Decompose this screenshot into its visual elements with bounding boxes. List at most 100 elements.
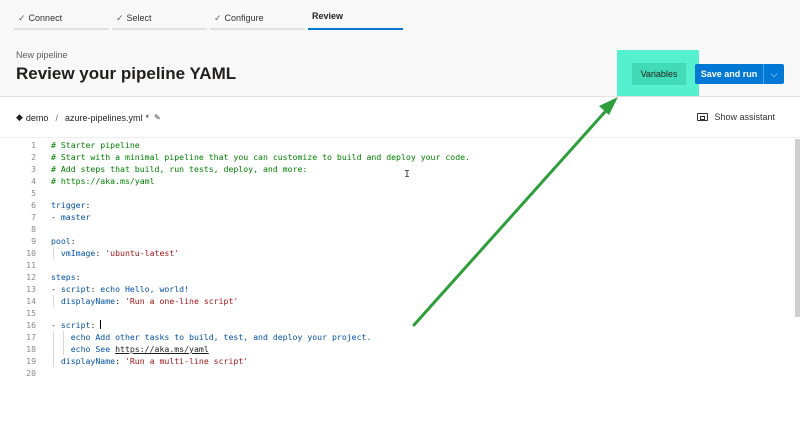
code-token: : xyxy=(85,200,91,210)
code-area[interactable]: 1 # Starter pipeline 2 # Start with a minim… xyxy=(0,139,790,379)
code-token: : xyxy=(115,296,125,306)
line-number: 19 xyxy=(26,356,36,366)
code-line[interactable]: 12 steps: xyxy=(0,271,790,283)
line-content: # Add steps that build, run tests, deplo… xyxy=(51,163,307,175)
pipeline-review-page: ✓ Connect ✓ Select ✓ Configure Review New p… xyxy=(0,0,800,433)
code-line[interactable]: 17 echo Add other tasks to build, test, … xyxy=(0,331,790,343)
check-icon: ✓ xyxy=(18,13,26,23)
code-line[interactable]: 10 vmImage: 'ubuntu-latest' xyxy=(0,247,790,259)
step-configure[interactable]: ✓ Configure xyxy=(210,0,305,30)
line-number: 15 xyxy=(26,308,36,318)
code-line[interactable]: 7 - master xyxy=(0,211,790,223)
code-line[interactable]: 2 # Start with a minimal pipeline that yo… xyxy=(0,151,790,163)
variables-button[interactable]: Variables xyxy=(632,63,686,85)
code-line[interactable]: 6 trigger: xyxy=(0,199,790,211)
line-content: vmImage: 'ubuntu-latest' xyxy=(51,247,179,259)
line-number: 9 xyxy=(31,236,36,246)
code-line[interactable]: 11 xyxy=(0,259,790,271)
code-token: steps xyxy=(51,272,76,282)
code-token: script xyxy=(60,320,91,330)
code-token: 'ubuntu-latest' xyxy=(105,248,180,258)
code-token: : xyxy=(90,320,101,330)
line-content: echo See https://aka.ms/yaml xyxy=(51,343,209,355)
step-label: Connect xyxy=(28,13,63,23)
wizard-steps: ✓ Connect ✓ Select ✓ Configure Review xyxy=(14,0,406,30)
code-token: - xyxy=(51,212,61,222)
code-token: - xyxy=(51,284,61,294)
breadcrumb: ◆ demo / azure-pipelines.yml * ✎ xyxy=(16,112,161,123)
code-line[interactable]: 14 displayName: 'Run a one-line script' xyxy=(0,295,790,307)
code-line[interactable]: 16 - script: xyxy=(0,319,790,331)
step-label: Select xyxy=(126,13,152,23)
code-token: # Start with a minimal pipeline that you… xyxy=(51,152,470,162)
code-token: echo Add other tasks to build, test, and… xyxy=(51,332,372,342)
code-line[interactable]: 1 # Starter pipeline xyxy=(0,139,790,151)
save-and-run-button[interactable]: Save and run xyxy=(695,64,763,84)
page-subtitle: New pipeline xyxy=(16,50,68,60)
code-line[interactable]: 15 xyxy=(0,307,790,319)
caret xyxy=(100,320,102,329)
code-token: # Add steps that build, run tests, deplo… xyxy=(51,164,308,174)
line-content: - master xyxy=(51,211,90,223)
code-token: # Starter pipeline xyxy=(51,140,140,150)
show-assistant-button[interactable]: Show assistant xyxy=(697,112,775,122)
step-review[interactable]: Review xyxy=(308,0,403,30)
line-number: 1 xyxy=(31,140,36,150)
breadcrumb-separator: / xyxy=(55,112,58,123)
line-number: 20 xyxy=(26,368,36,378)
indent-guide xyxy=(53,247,54,259)
line-content: displayName: 'Run a one-line script' xyxy=(51,295,238,307)
check-icon: ✓ xyxy=(116,13,124,23)
step-label: Review xyxy=(312,11,344,21)
page-header: ✓ Connect ✓ Select ✓ Configure Review New p… xyxy=(0,0,800,97)
line-content: steps: xyxy=(51,271,81,283)
line-number: 11 xyxy=(26,260,36,270)
code-token: https://aka.ms/yaml xyxy=(115,344,209,354)
code-token: : xyxy=(115,356,125,366)
code-line[interactable]: 20 xyxy=(0,367,790,379)
line-content: echo Add other tasks to build, test, and… xyxy=(51,331,372,343)
editor-scrollbar[interactable] xyxy=(795,139,800,317)
line-content: displayName: 'Run a multi-line script' xyxy=(51,355,248,367)
line-number: 4 xyxy=(31,176,36,186)
line-number: 14 xyxy=(26,296,36,306)
text-cursor-icon: I xyxy=(404,169,411,180)
code-token: 'Run a multi-line script' xyxy=(124,356,249,366)
line-number: 2 xyxy=(31,152,36,162)
code-line[interactable]: 8 xyxy=(0,223,790,235)
assistant-panel-icon xyxy=(697,113,709,121)
line-number: 16 xyxy=(26,320,36,330)
chevron-down-icon[interactable]: ⌵ xyxy=(764,64,784,84)
code-line[interactable]: 19 displayName: 'Run a multi-line script… xyxy=(0,355,790,367)
code-token: script xyxy=(60,284,91,294)
code-line[interactable]: 9 pool: xyxy=(0,235,790,247)
line-content: pool: xyxy=(51,235,76,247)
page-title: Review your pipeline YAML xyxy=(16,64,237,83)
line-number: 7 xyxy=(31,212,36,222)
save-and-run-button-group: Save and run ⌵ xyxy=(695,64,784,84)
code-token: 'Run a one-line script' xyxy=(124,296,239,306)
code-token: pool xyxy=(51,236,71,246)
repo-link[interactable]: demo xyxy=(26,113,49,123)
line-number: 8 xyxy=(31,224,36,234)
code-line[interactable]: 4 # https://aka.ms/yaml xyxy=(0,175,790,187)
line-content: - script: xyxy=(51,319,102,331)
line-content: # https://aka.ms/yaml xyxy=(51,175,155,187)
line-number: 5 xyxy=(31,188,36,198)
step-connect[interactable]: ✓ Connect xyxy=(14,0,109,30)
step-label: Configure xyxy=(224,13,264,23)
indent-guide xyxy=(63,331,64,355)
yaml-editor[interactable]: 1 # Starter pipeline 2 # Start with a minim… xyxy=(0,139,800,433)
step-select[interactable]: ✓ Select xyxy=(112,0,207,30)
code-line[interactable]: 3 # Add steps that build, run tests, depl… xyxy=(0,163,790,175)
code-line[interactable]: 13 - script: echo Hello, world! xyxy=(0,283,790,295)
line-content: - script: echo Hello, world! xyxy=(51,283,189,295)
indent-guide xyxy=(53,331,54,367)
line-content: # Start with a minimal pipeline that you… xyxy=(51,151,470,163)
code-token: - xyxy=(51,320,61,330)
indent-guide xyxy=(53,295,54,307)
rename-icon[interactable]: ✎ xyxy=(154,113,161,122)
code-line[interactable]: 18 echo See https://aka.ms/yaml xyxy=(0,343,790,355)
code-line[interactable]: 5 xyxy=(0,187,790,199)
line-number: 13 xyxy=(26,284,36,294)
